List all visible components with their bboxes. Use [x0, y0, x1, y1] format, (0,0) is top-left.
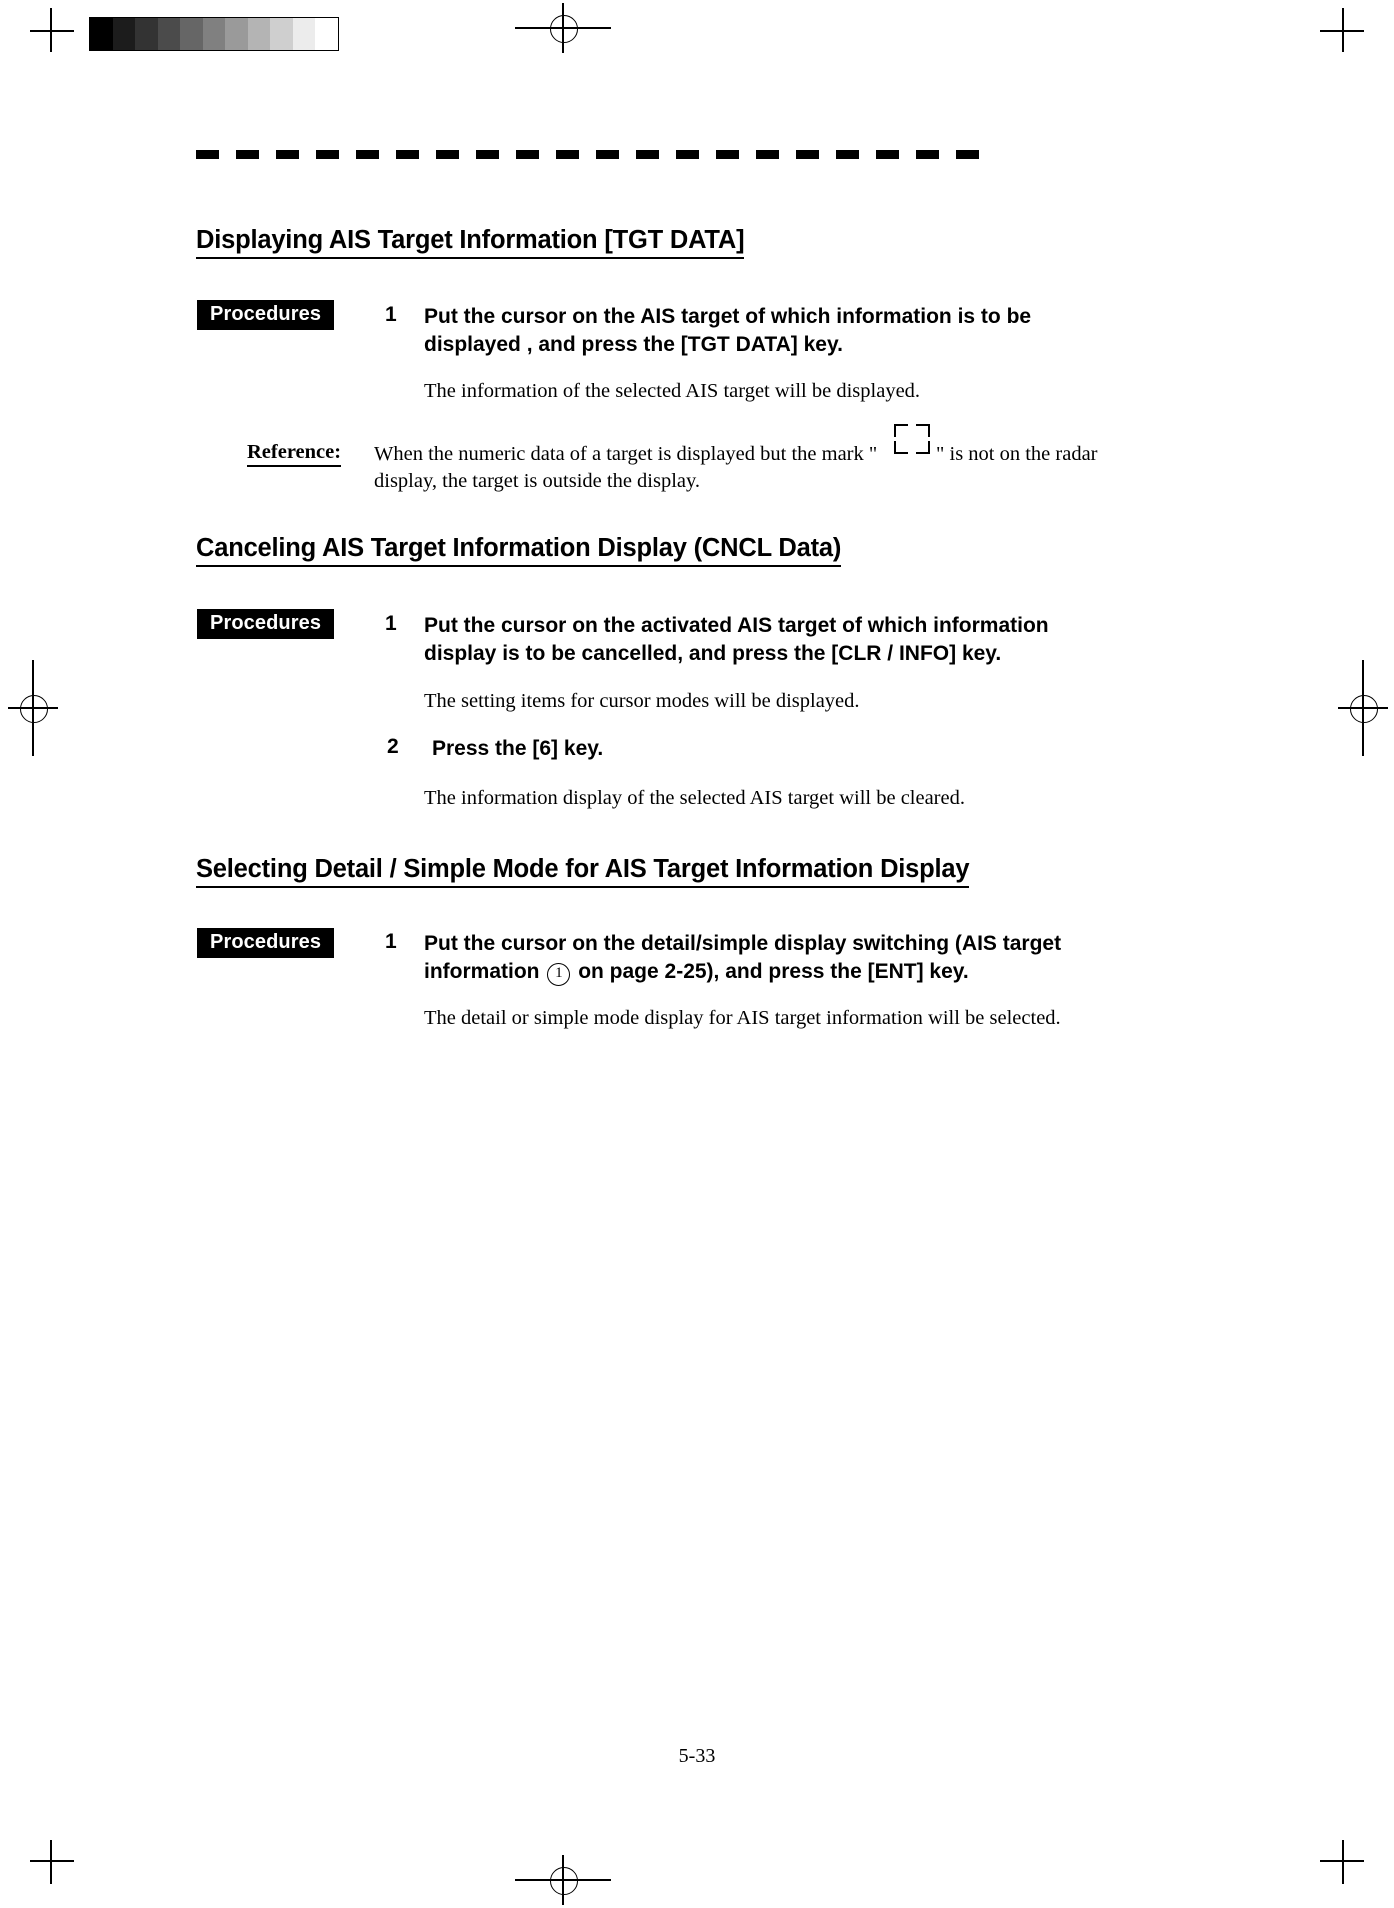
step-result-text: The setting items for cursor modes will … — [424, 690, 860, 712]
procedures-badge-2: Procedures — [197, 609, 335, 639]
crop-mark-top-right — [1320, 8, 1364, 52]
target-corner-bracket-mark — [894, 424, 930, 454]
step-text-fragment-after-circled-number: on page 2-25), and press the [ENT] key. — [578, 960, 969, 983]
reference-text-before-mark: When the numeric data of a target is dis… — [374, 443, 878, 465]
gray-swatch — [315, 18, 338, 50]
procedures-badge-1: Procedures — [197, 300, 335, 330]
gray-swatch — [247, 18, 270, 50]
section-heading-selecting-detail-simple-mode: Selecting Detail / Simple Mode for AIS T… — [196, 855, 970, 889]
reference-text-line2: display, the target is outside the displ… — [374, 470, 701, 492]
dashed-rule-separator — [196, 150, 996, 159]
step-number: 2 — [387, 735, 399, 758]
gray-swatch — [135, 18, 158, 50]
reference-text-after-mark: " is not on the radar — [936, 443, 1098, 465]
step-number: 1 — [385, 930, 397, 953]
gray-swatch — [292, 18, 315, 50]
grayscale-calibration-strip — [89, 17, 339, 51]
step-text: Put the cursor on the activated AIS targ… — [424, 614, 1049, 665]
step-text-line2: information 1 on page 2-25), and press t… — [424, 958, 1124, 986]
reference-label: Reference: — [247, 441, 342, 467]
step-number: 1 — [385, 612, 397, 635]
step-result-text: The detail or simple mode display for AI… — [424, 1007, 1061, 1029]
gray-swatch — [157, 18, 180, 50]
step-number: 1 — [385, 303, 397, 326]
gray-swatch — [180, 18, 203, 50]
gray-swatch — [270, 18, 293, 50]
step-result-text: The information display of the selected … — [424, 787, 965, 809]
step-text: Put the cursor on the AIS target of whic… — [424, 305, 1032, 356]
registration-mark-top-center — [515, 3, 611, 53]
circled-number-one: 1 — [547, 963, 571, 986]
registration-mark-right-center — [1338, 660, 1388, 756]
step-text: Press the [6] key. — [432, 737, 604, 760]
step-text-line1: Put the cursor on the detail/simple disp… — [424, 932, 1062, 955]
gray-swatch — [225, 18, 248, 50]
section-heading-displaying-ais-target-information: Displaying AIS Target Information [TGT D… — [196, 226, 745, 260]
crop-mark-bottom-right — [1320, 1840, 1364, 1884]
crop-mark-top-left — [30, 8, 74, 52]
gray-swatch — [90, 18, 113, 50]
gray-swatch — [112, 18, 135, 50]
crop-mark-bottom-left — [30, 1840, 74, 1884]
step-text-fragment-before-circled-number: information — [424, 960, 540, 983]
registration-mark-left-center — [8, 660, 58, 756]
section-heading-canceling-ais-target-information-display: Canceling AIS Target Information Display… — [196, 534, 841, 568]
registration-mark-bottom-center — [515, 1855, 611, 1905]
page-number: 5-33 — [678, 1745, 716, 1767]
procedures-badge-3: Procedures — [197, 928, 335, 958]
step-result-text: The information of the selected AIS targ… — [424, 380, 921, 402]
gray-swatch — [202, 18, 225, 50]
